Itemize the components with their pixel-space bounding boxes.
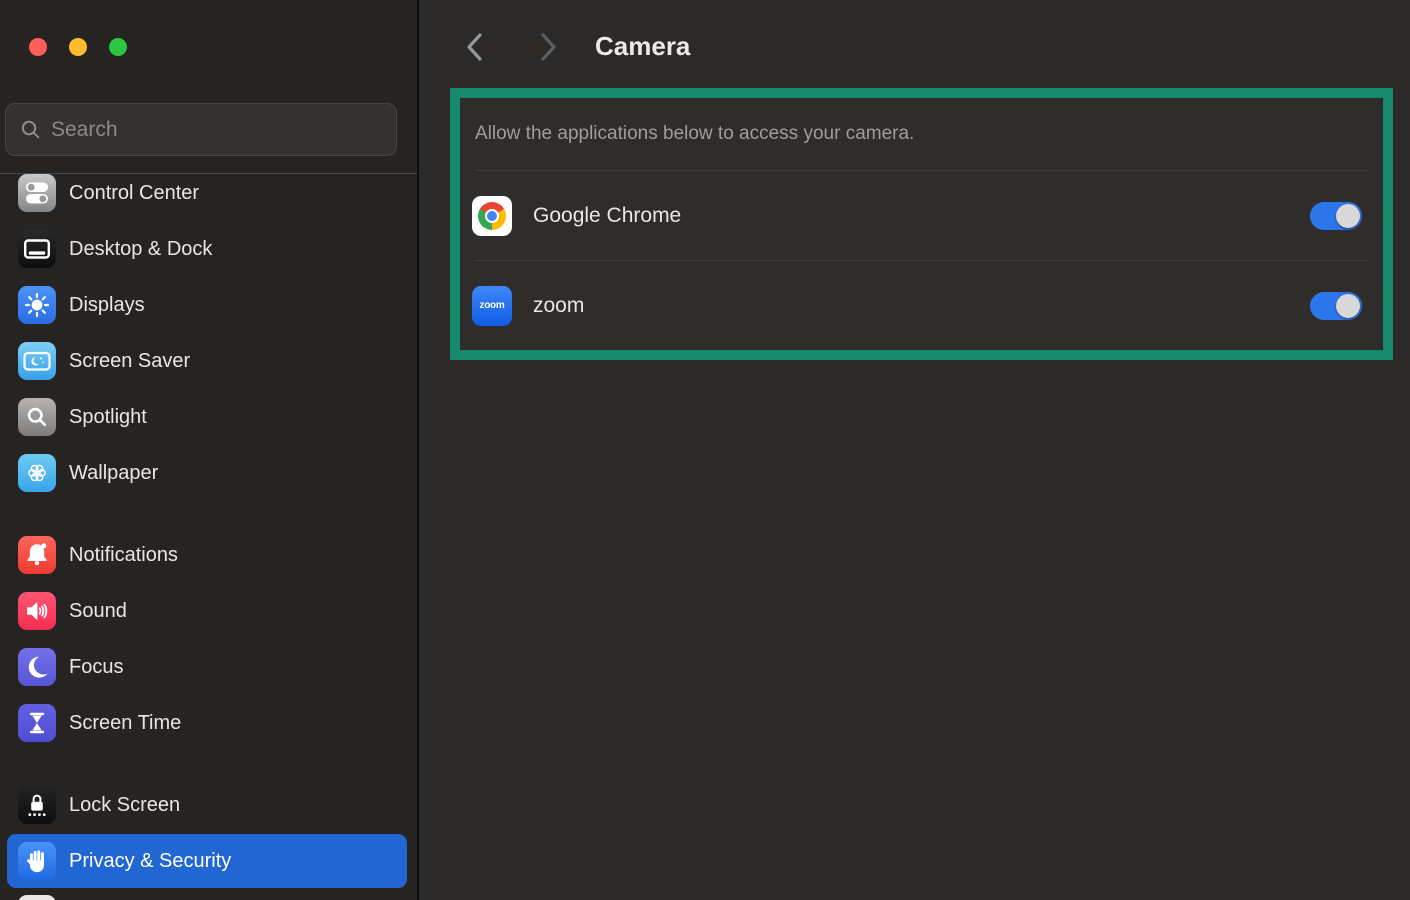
screen-saver-icon bbox=[18, 342, 56, 380]
focus-icon bbox=[18, 648, 56, 686]
sidebar-item-displays[interactable]: Displays bbox=[0, 277, 417, 333]
camera-toggle-google-chrome[interactable] bbox=[1310, 202, 1362, 230]
sidebar-item-notifications[interactable]: Notifications bbox=[0, 527, 417, 583]
zoom-app-icon: zoom bbox=[472, 286, 512, 326]
sidebar-item-label: Spotlight bbox=[69, 406, 147, 429]
page-title: Camera bbox=[595, 31, 690, 62]
sidebar-item-label: Displays bbox=[69, 294, 145, 317]
sidebar-item-spotlight[interactable]: Spotlight bbox=[0, 389, 417, 445]
sidebar-item-screen-saver[interactable]: Screen Saver bbox=[0, 333, 417, 389]
screen-time-icon bbox=[18, 704, 56, 742]
desktop-dock-icon bbox=[18, 230, 56, 268]
sound-icon bbox=[18, 592, 56, 630]
privacy-security-icon bbox=[18, 842, 56, 880]
notifications-icon bbox=[18, 536, 56, 574]
sidebar-item-label: Notifications bbox=[69, 544, 178, 567]
control-center-icon bbox=[18, 174, 56, 212]
sidebar-item-focus[interactable]: Focus bbox=[0, 639, 417, 695]
sidebar-item-label: Lock Screen bbox=[69, 794, 180, 817]
sidebar-item-wallpaper[interactable]: Wallpaper bbox=[0, 445, 417, 501]
camera-toggle-zoom[interactable] bbox=[1310, 292, 1362, 320]
sidebar-item-label: Desktop & Dock bbox=[69, 238, 212, 261]
spotlight-icon bbox=[18, 398, 56, 436]
search-icon bbox=[20, 119, 41, 140]
sidebar-item-label: Control Center bbox=[69, 182, 199, 205]
app-name: zoom bbox=[533, 294, 584, 318]
sidebar-item-label: Screen Time bbox=[69, 712, 181, 735]
sidebar-item-privacy-security[interactable]: Privacy & Security bbox=[7, 834, 407, 888]
toggle-knob bbox=[1336, 204, 1360, 228]
app-name: Google Chrome bbox=[533, 204, 681, 228]
sidebar-item-label: Wallpaper bbox=[69, 462, 158, 485]
search-input[interactable] bbox=[51, 118, 351, 142]
app-row-zoom: zoom zoom bbox=[475, 260, 1368, 350]
search-field[interactable] bbox=[5, 103, 397, 156]
app-row-google-chrome: Google Chrome bbox=[475, 171, 1368, 260]
sidebar-item-label: Sound bbox=[69, 600, 127, 623]
close-button[interactable] bbox=[29, 38, 47, 56]
toggle-knob bbox=[1336, 294, 1360, 318]
camera-settings-pane: Camera Allow the applications below to a… bbox=[419, 0, 1410, 900]
sidebar-item-desktop-dock[interactable]: Desktop & Dock bbox=[0, 221, 417, 277]
minimize-button[interactable] bbox=[69, 38, 87, 56]
forward-button[interactable] bbox=[533, 30, 561, 64]
settings-sidebar: Control Center Desktop & Dock bbox=[0, 0, 417, 900]
sidebar-item-lock-screen[interactable]: Lock Screen bbox=[0, 777, 417, 833]
sidebar-item-partial-icon bbox=[18, 895, 56, 900]
zoom-window-button[interactable] bbox=[109, 38, 127, 56]
sidebar-item-sound[interactable]: Sound bbox=[0, 583, 417, 639]
back-button[interactable] bbox=[462, 30, 490, 64]
sidebar-item-label: Focus bbox=[69, 656, 123, 679]
wallpaper-icon bbox=[18, 454, 56, 492]
lock-screen-icon bbox=[18, 786, 56, 824]
sidebar-item-control-center[interactable]: Control Center bbox=[0, 165, 417, 221]
sidebar-item-screen-time[interactable]: Screen Time bbox=[0, 695, 417, 751]
displays-icon bbox=[18, 286, 56, 324]
camera-permissions-card: Allow the applications below to access y… bbox=[460, 98, 1383, 350]
sidebar-item-label: Privacy & Security bbox=[69, 850, 231, 873]
permissions-description: Allow the applications below to access y… bbox=[475, 98, 1368, 171]
chrome-app-icon bbox=[472, 196, 512, 236]
annotation-highlight-box: Allow the applications below to access y… bbox=[450, 88, 1393, 360]
sidebar-item-label: Screen Saver bbox=[69, 350, 190, 373]
